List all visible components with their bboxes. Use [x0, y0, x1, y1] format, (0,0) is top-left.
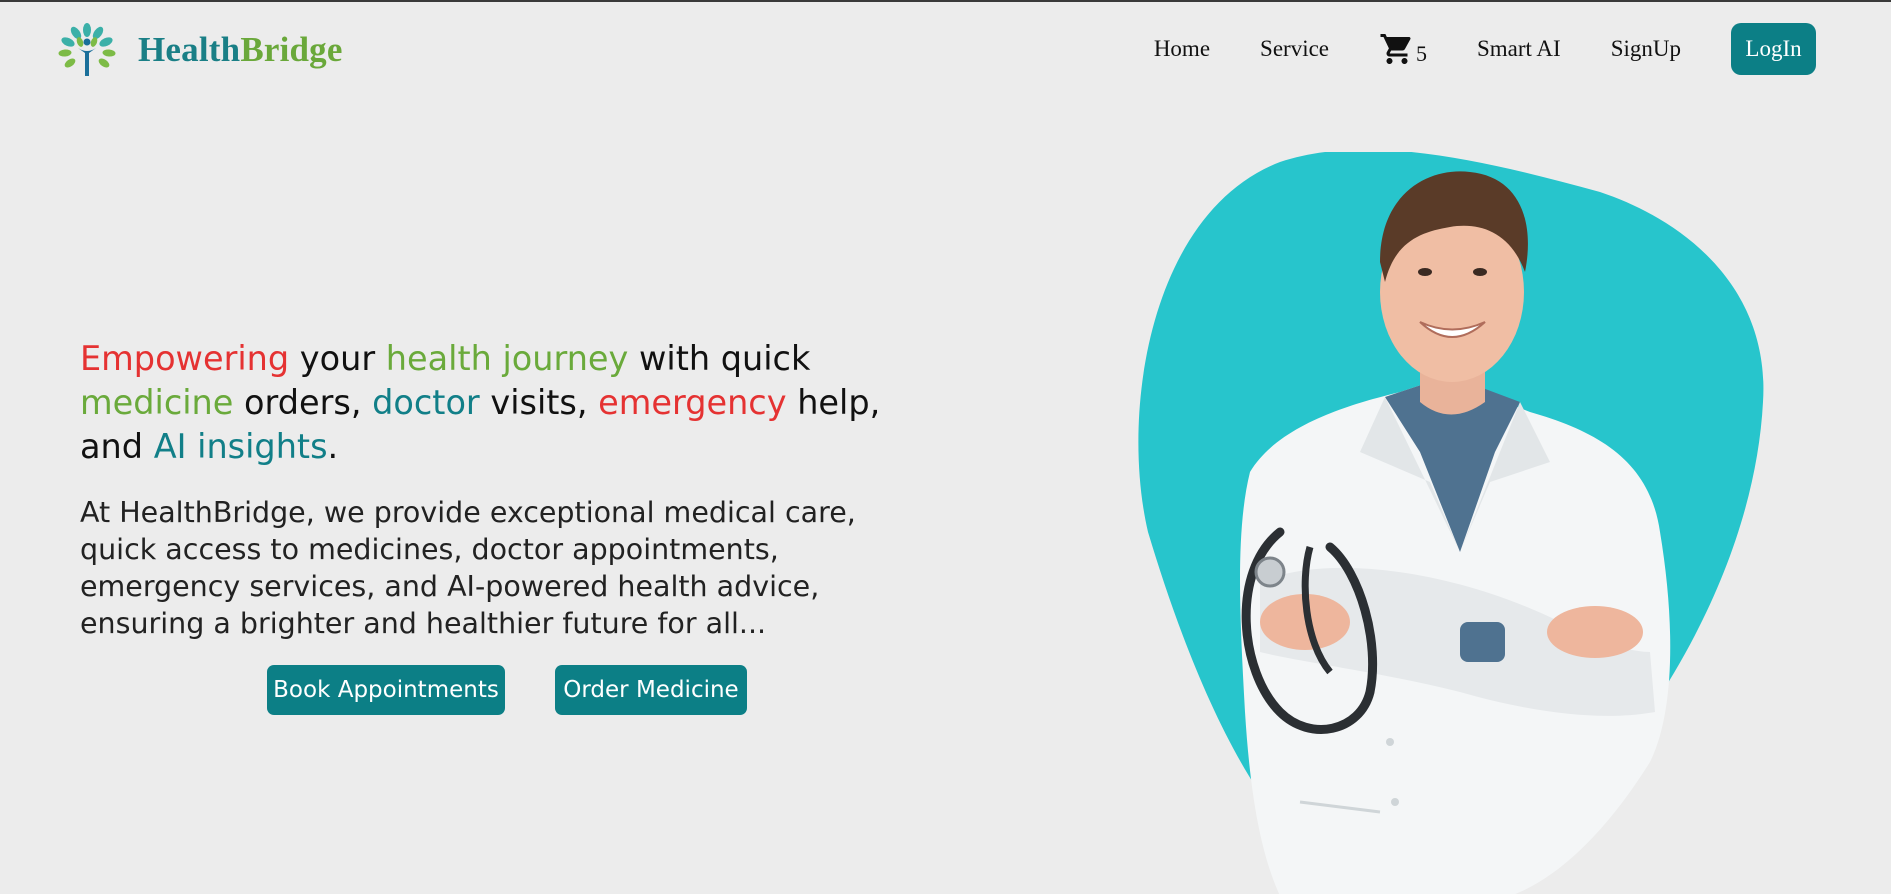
login-button[interactable]: LogIn — [1731, 23, 1816, 75]
heading-word: visits, — [479, 383, 599, 422]
hero-heading: Empowering your health journey with quic… — [80, 337, 920, 469]
hero-description: At HealthBridge, we provide exceptional … — [80, 496, 856, 640]
brand[interactable]: HealthBridge — [56, 20, 343, 80]
heading-word-medicine: medicine — [80, 383, 234, 422]
nav-signup[interactable]: SignUp — [1611, 36, 1681, 62]
heading-word: orders, — [233, 383, 373, 422]
heading-word-health-journey: health journey — [385, 339, 629, 378]
heading-word-ai-insights: AI insights — [153, 427, 328, 466]
hero-image — [1130, 152, 1790, 894]
cart-count-badge: 5 — [1416, 41, 1427, 66]
heading-word: . — [327, 427, 339, 466]
heading-word-doctor: doctor — [372, 383, 480, 422]
nav-cart[interactable]: 5 — [1379, 31, 1427, 67]
book-appointments-button[interactable]: Book Appointments — [267, 665, 505, 715]
site-header: HealthBridge Home Service 5 Smart AI Sig… — [0, 2, 1891, 96]
heading-word-emergency: emergency — [598, 383, 787, 422]
main-nav: Home Service 5 Smart AI SignUp LogIn — [1154, 22, 1816, 76]
heading-word: your — [289, 339, 386, 378]
heading-word: and — [80, 427, 154, 466]
order-medicine-button[interactable]: Order Medicine — [555, 665, 747, 715]
brand-name-part2: Bridge — [240, 30, 343, 69]
nav-smart-ai[interactable]: Smart AI — [1477, 36, 1561, 62]
nav-service[interactable]: Service — [1260, 36, 1329, 62]
heading-word-empowering: Empowering — [80, 339, 290, 378]
brand-name-part1: Health — [138, 30, 241, 69]
heading-word: help, — [786, 383, 881, 422]
doctor-with-stethoscope-image — [1138, 152, 1764, 894]
nav-home[interactable]: Home — [1154, 36, 1210, 62]
brand-name: HealthBridge — [138, 30, 343, 70]
shopping-cart-icon — [1380, 34, 1411, 64]
heading-word: with quick — [628, 339, 811, 378]
tree-person-logo-icon — [58, 23, 116, 76]
